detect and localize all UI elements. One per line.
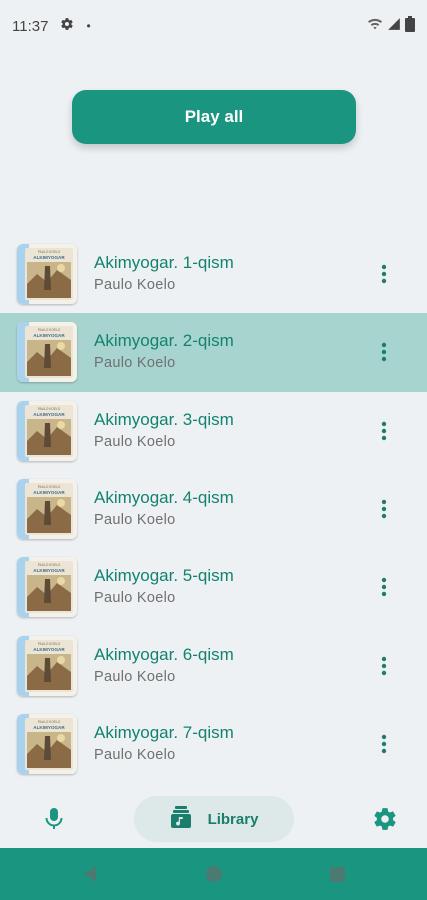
track-row[interactable]: PAULO KOELO ALKIMYOGAR Akimyogar. 4-qism…: [0, 470, 427, 548]
more-options-icon[interactable]: [370, 724, 398, 764]
more-options-icon[interactable]: [370, 411, 398, 451]
recent-apps-icon[interactable]: [330, 867, 345, 887]
track-title: Akimyogar. 6-qism: [94, 644, 234, 664]
notification-dot: •: [86, 19, 91, 33]
book-cover-image: PAULO KOELO ALKIMYOGAR: [17, 557, 77, 618]
track-title: Akimyogar. 1-qism: [94, 253, 234, 273]
back-icon[interactable]: [82, 865, 98, 888]
status-time: 11:37: [12, 17, 49, 35]
cover-author-text: PAULO KOELO: [38, 485, 61, 489]
cover-author-text: PAULO KOELO: [38, 328, 61, 332]
track-list: PAULO KOELO ALKIMYOGAR Akimyogar. 1-qism…: [0, 235, 427, 783]
gear-icon[interactable]: [372, 806, 398, 832]
track-title: Akimyogar. 4-qism: [94, 488, 234, 508]
book-cover-image: PAULO KOELO ALKIMYOGAR: [17, 322, 77, 383]
book-cover-image: PAULO KOELO ALKIMYOGAR: [17, 635, 77, 696]
book-cover-image: PAULO KOELO ALKIMYOGAR: [17, 479, 77, 540]
library-nav-label: Library: [207, 810, 259, 828]
more-options-icon[interactable]: [370, 646, 398, 686]
cover-author-text: PAULO KOELO: [38, 407, 61, 411]
track-author: Paulo Koelo: [94, 433, 176, 450]
track-author: Paulo Koelo: [94, 355, 176, 372]
track-row[interactable]: PAULO KOELO ALKIMYOGAR Akimyogar. 2-qism…: [0, 313, 427, 392]
track-title: Akimyogar. 3-qism: [94, 409, 234, 429]
library-icon: [170, 805, 192, 834]
book-cover-image: PAULO KOELO ALKIMYOGAR: [17, 244, 77, 305]
status-bar: 11:37 •: [0, 0, 427, 52]
track-row[interactable]: PAULO KOELO ALKIMYOGAR Akimyogar. 5-qism…: [0, 548, 427, 626]
more-options-icon[interactable]: [370, 254, 398, 294]
more-options-icon[interactable]: [370, 332, 398, 372]
wifi-icon: [367, 17, 383, 35]
track-title: Akimyogar. 2-qism: [94, 331, 234, 351]
more-options-icon[interactable]: [370, 489, 398, 529]
cover-title-text: ALKIMYOGAR: [33, 725, 65, 730]
cover-author-text: PAULO KOELO: [38, 563, 61, 567]
cover-author-text: PAULO KOELO: [38, 642, 61, 646]
cover-title-text: ALKIMYOGAR: [33, 255, 65, 260]
system-nav-bar: [0, 848, 427, 900]
cover-title-text: ALKIMYOGAR: [33, 568, 65, 573]
track-title: Akimyogar. 5-qism: [94, 566, 234, 586]
mic-icon[interactable]: [42, 806, 66, 832]
track-title: Akimyogar. 7-qism: [94, 722, 234, 742]
track-author: Paulo Koelo: [94, 746, 176, 763]
play-all-button[interactable]: Play all: [72, 90, 356, 144]
cover-title-text: ALKIMYOGAR: [33, 333, 65, 338]
track-author: Paulo Koelo: [94, 668, 176, 685]
track-row[interactable]: PAULO KOELO ALKIMYOGAR Akimyogar. 1-qism…: [0, 235, 427, 313]
battery-icon: [405, 16, 415, 36]
settings-status-icon: [60, 17, 74, 35]
cover-title-text: ALKIMYOGAR: [33, 490, 65, 495]
track-author: Paulo Koelo: [94, 277, 176, 294]
book-cover-image: PAULO KOELO ALKIMYOGAR: [17, 713, 77, 774]
home-icon[interactable]: [206, 866, 222, 887]
track-row[interactable]: PAULO KOELO ALKIMYOGAR Akimyogar. 6-qism…: [0, 626, 427, 704]
track-row[interactable]: PAULO KOELO ALKIMYOGAR Akimyogar. 3-qism…: [0, 392, 427, 470]
cover-author-text: PAULO KOELO: [38, 720, 61, 724]
track-author: Paulo Koelo: [94, 512, 176, 529]
track-row[interactable]: PAULO KOELO ALKIMYOGAR Akimyogar. 7-qism…: [0, 705, 427, 783]
cover-title-text: ALKIMYOGAR: [33, 647, 65, 652]
signal-icon: [387, 17, 401, 35]
more-options-icon[interactable]: [370, 567, 398, 607]
cover-author-text: PAULO KOELO: [38, 250, 61, 254]
track-author: Paulo Koelo: [94, 590, 176, 607]
cover-title-text: ALKIMYOGAR: [33, 412, 65, 417]
book-cover-image: PAULO KOELO ALKIMYOGAR: [17, 400, 77, 461]
library-nav-button[interactable]: Library: [134, 796, 294, 842]
bottom-nav: Library: [0, 790, 427, 848]
